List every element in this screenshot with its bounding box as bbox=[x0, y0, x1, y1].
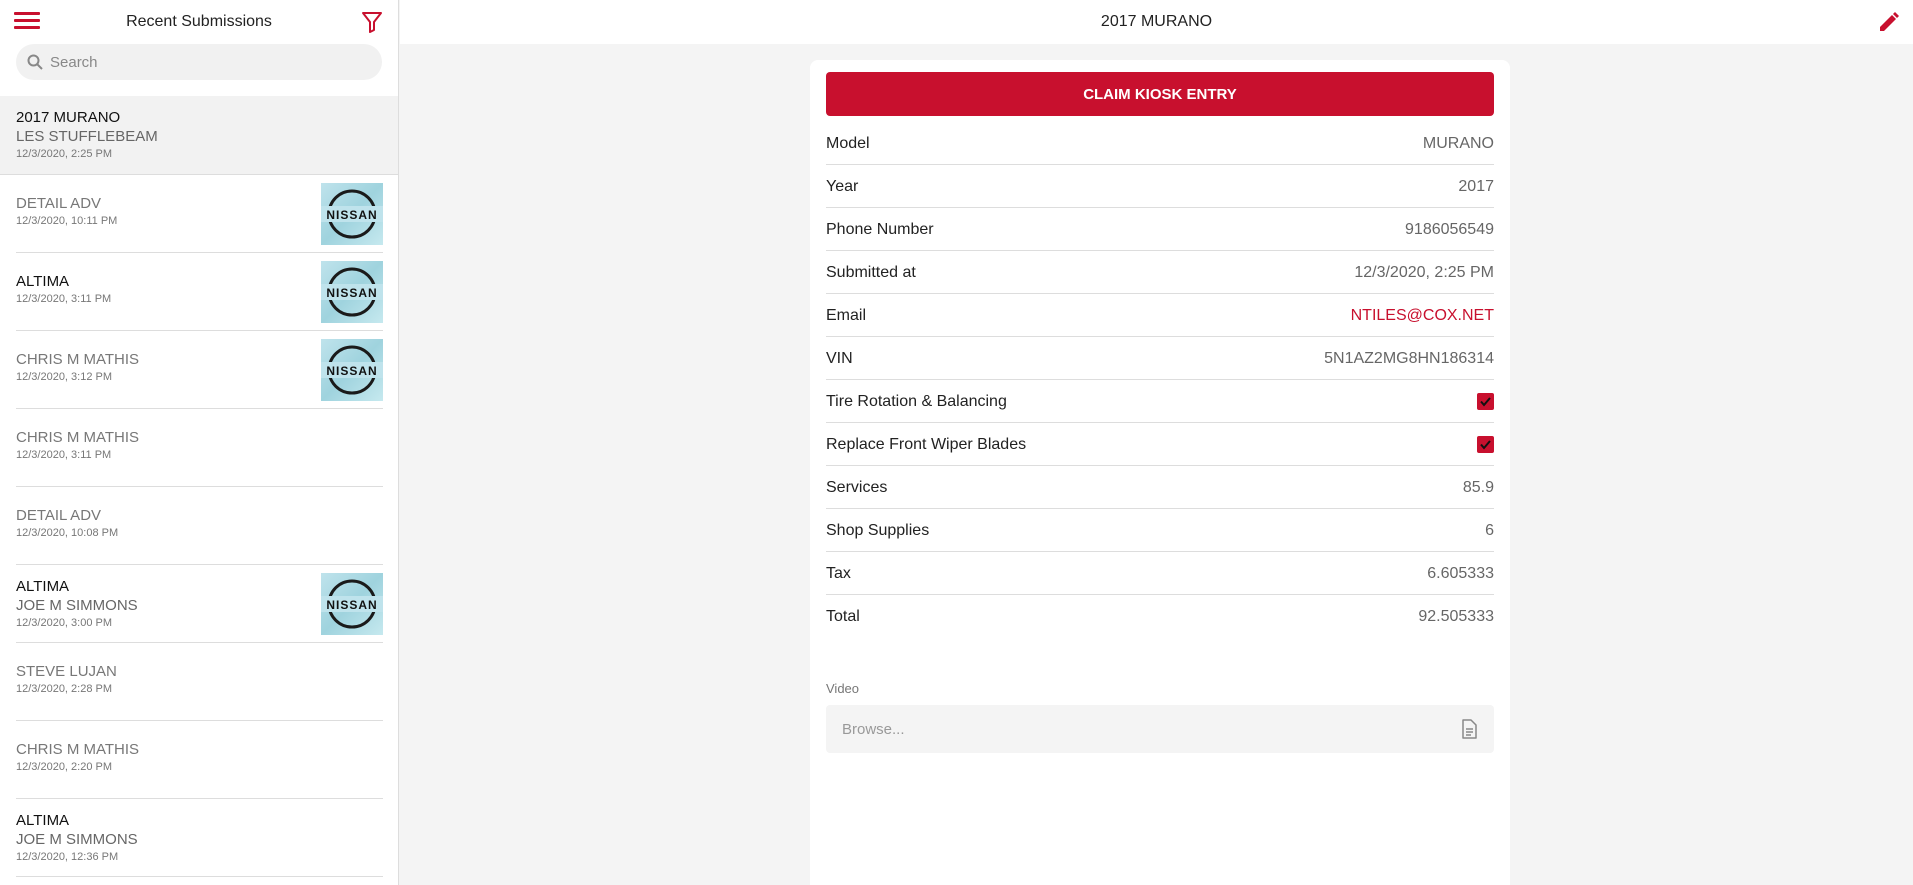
wiper-blades-checkbox[interactable] bbox=[1477, 436, 1494, 453]
field-row-shop-supplies: Shop Supplies 6 bbox=[826, 509, 1494, 552]
sidebar-header: Recent Submissions bbox=[0, 0, 398, 44]
item-title: 2017 MURANO bbox=[16, 109, 121, 126]
field-label: Year bbox=[826, 178, 859, 195]
field-label: Model bbox=[826, 135, 870, 152]
nissan-logo-thumbnail: NISSAN bbox=[321, 261, 383, 323]
main-header: 2017 MURANO bbox=[400, 0, 1913, 44]
list-item[interactable]: ALTIMA JOE M SIMMONS 12/3/2020, 12:36 PM bbox=[16, 799, 383, 877]
tire-rotation-checkbox[interactable] bbox=[1477, 393, 1494, 410]
field-row-vin: VIN 5N1AZ2MG8HN186314 bbox=[826, 337, 1494, 380]
field-value: 5N1AZ2MG8HN186314 bbox=[1324, 350, 1494, 367]
item-title: STEVE LUJAN bbox=[16, 663, 117, 680]
list-item[interactable]: ALTIMA JOE M SIMMONS 12/3/2020, 3:00 PM … bbox=[16, 565, 383, 643]
field-row-email: Email NTILES@COX.NET bbox=[826, 294, 1494, 337]
field-label: Submitted at bbox=[826, 264, 916, 281]
list-item[interactable]: 2017 MURANO LES STUFFLEBEAM 12/3/2020, 2… bbox=[0, 96, 398, 175]
pencil-icon[interactable] bbox=[1877, 10, 1901, 34]
field-row-tax: Tax 6.605333 bbox=[826, 552, 1494, 595]
list-item[interactable]: CHRIS M MATHIS 12/3/2020, 2:20 PM bbox=[16, 721, 383, 799]
document-icon[interactable] bbox=[1458, 718, 1480, 740]
svg-text:NISSAN: NISSAN bbox=[326, 364, 377, 378]
submission-list: 2017 MURANO LES STUFFLEBEAM 12/3/2020, 2… bbox=[0, 96, 398, 877]
item-timestamp: 12/3/2020, 10:08 PM bbox=[16, 527, 119, 539]
field-row-wiper-blades: Replace Front Wiper Blades bbox=[826, 423, 1494, 466]
svg-text:NISSAN: NISSAN bbox=[326, 598, 377, 612]
field-value: MURANO bbox=[1422, 135, 1494, 152]
submission-detail-card: CLAIM KIOSK ENTRY Model MURANO Year 2017… bbox=[810, 60, 1510, 885]
field-label: Shop Supplies bbox=[826, 522, 930, 539]
list-item[interactable]: STEVE LUJAN 12/3/2020, 2:28 PM bbox=[16, 643, 383, 721]
field-value: 92.505333 bbox=[1418, 608, 1494, 625]
checkmark-icon bbox=[1480, 397, 1491, 407]
item-title: CHRIS M MATHIS bbox=[16, 741, 140, 758]
field-value: 6 bbox=[1485, 522, 1494, 539]
item-timestamp: 12/3/2020, 12:36 PM bbox=[16, 851, 119, 863]
list-item[interactable]: DETAIL ADV 12/3/2020, 10:08 PM bbox=[16, 487, 383, 565]
field-row-model: Model MURANO bbox=[826, 122, 1494, 165]
video-browse-input[interactable] bbox=[842, 705, 1432, 753]
search-box bbox=[16, 44, 382, 80]
list-item[interactable]: CHRIS M MATHIS 12/3/2020, 3:12 PM NISSAN bbox=[16, 331, 383, 409]
field-label: Replace Front Wiper Blades bbox=[826, 436, 1027, 453]
field-row-services: Services 85.9 bbox=[826, 466, 1494, 509]
field-label: VIN bbox=[826, 350, 853, 367]
field-value: 9186056549 bbox=[1405, 221, 1494, 238]
field-label: Email bbox=[826, 307, 867, 324]
field-row-total: Total 92.505333 bbox=[826, 595, 1494, 638]
video-label: Video bbox=[826, 681, 860, 696]
item-timestamp: 12/3/2020, 2:20 PM bbox=[16, 761, 113, 773]
nissan-logo-thumbnail: NISSAN bbox=[321, 573, 383, 635]
svg-text:NISSAN: NISSAN bbox=[326, 286, 377, 300]
list-item[interactable]: CHRIS M MATHIS 12/3/2020, 3:11 PM bbox=[16, 409, 383, 487]
field-value: 85.9 bbox=[1462, 479, 1494, 496]
detail-fields: Model MURANO Year 2017 Phone Number 9186… bbox=[826, 122, 1494, 638]
field-value: 6.605333 bbox=[1427, 565, 1494, 582]
sidebar: Recent Submissions 2017 MURANO LES STUFF… bbox=[0, 0, 399, 885]
page-title: 2017 MURANO bbox=[1100, 13, 1213, 30]
field-row-tire-rotation: Tire Rotation & Balancing bbox=[826, 380, 1494, 423]
video-file-picker[interactable] bbox=[826, 705, 1494, 753]
field-label: Phone Number bbox=[826, 221, 934, 238]
item-timestamp: 12/3/2020, 3:11 PM bbox=[16, 449, 112, 461]
field-value: 2017 bbox=[1458, 178, 1494, 195]
item-title: ALTIMA bbox=[16, 812, 70, 829]
item-timestamp: 12/3/2020, 2:25 PM bbox=[16, 148, 113, 160]
claim-kiosk-entry-button[interactable]: CLAIM KIOSK ENTRY bbox=[826, 72, 1494, 116]
item-subtitle: LES STUFFLEBEAM bbox=[16, 128, 158, 145]
field-row-submitted: Submitted at 12/3/2020, 2:25 PM bbox=[826, 251, 1494, 294]
field-label: Total bbox=[826, 608, 860, 625]
item-title: CHRIS M MATHIS bbox=[16, 429, 140, 446]
svg-text:NISSAN: NISSAN bbox=[326, 208, 377, 222]
nissan-logo-thumbnail: NISSAN bbox=[321, 183, 383, 245]
field-value: 12/3/2020, 2:25 PM bbox=[1354, 264, 1494, 281]
filter-icon[interactable] bbox=[360, 10, 384, 34]
search-icon bbox=[27, 54, 43, 70]
field-label: Tax bbox=[826, 565, 851, 582]
field-row-phone: Phone Number 9186056549 bbox=[826, 208, 1494, 251]
field-label: Tire Rotation & Balancing bbox=[826, 393, 1007, 410]
email-link[interactable]: NTILES@COX.NET bbox=[1351, 307, 1494, 325]
item-subtitle: JOE M SIMMONS bbox=[16, 831, 138, 848]
nissan-logo-thumbnail: NISSAN bbox=[321, 339, 383, 401]
list-item[interactable]: DETAIL ADV 12/3/2020, 10:11 PM NISSAN bbox=[16, 175, 383, 253]
checkmark-icon bbox=[1480, 440, 1491, 450]
item-timestamp: 12/3/2020, 2:28 PM bbox=[16, 683, 113, 695]
item-title: DETAIL ADV bbox=[16, 507, 102, 524]
search-input[interactable] bbox=[50, 44, 370, 80]
list-item[interactable]: ALTIMA 12/3/2020, 3:11 PM NISSAN bbox=[16, 253, 383, 331]
field-row-year: Year 2017 bbox=[826, 165, 1494, 208]
field-label: Services bbox=[826, 479, 888, 496]
sidebar-title: Recent Submissions bbox=[126, 13, 272, 30]
